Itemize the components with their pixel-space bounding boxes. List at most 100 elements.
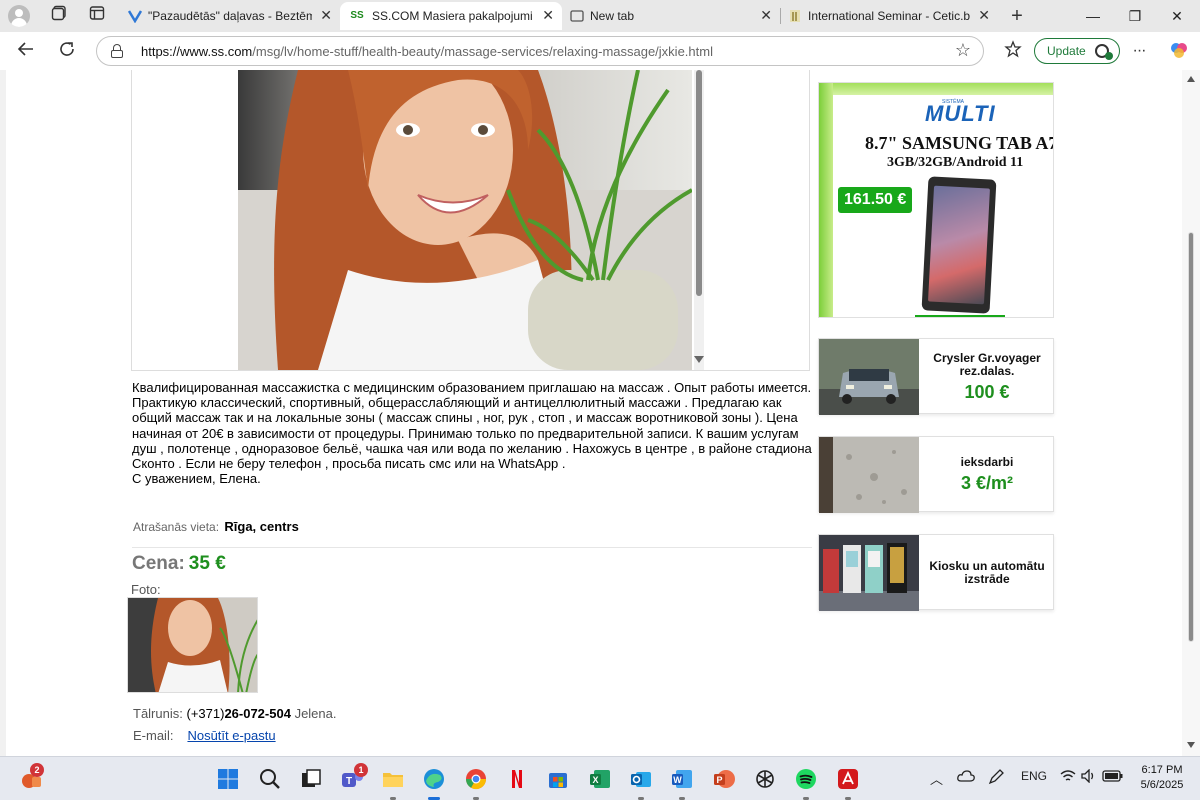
tab-new-tab[interactable]: New tab ✕ — [562, 2, 780, 30]
phone-label: Tālrunis: — [133, 706, 183, 721]
close-tab-icon[interactable]: ✕ — [760, 7, 772, 24]
update-dot-icon — [1105, 52, 1113, 60]
close-tab-icon[interactable]: ✕ — [978, 7, 990, 24]
profile-avatar-icon[interactable] — [8, 5, 30, 27]
spotify-icon[interactable] — [794, 767, 818, 791]
netflix-icon[interactable] — [505, 767, 529, 791]
file-explorer-icon[interactable] — [381, 767, 405, 791]
photo-thumbnail[interactable] — [127, 597, 258, 693]
copilot-icon[interactable] — [1168, 40, 1190, 62]
wifi-icon[interactable] — [1060, 769, 1076, 786]
task-view-icon[interactable] — [299, 767, 323, 791]
tab-title: SS.COM Masiera pakalpojumi - — [372, 9, 534, 23]
volume-icon[interactable] — [1081, 768, 1097, 786]
email-label: E-mail: — [133, 728, 174, 743]
ad-stripe — [819, 83, 1053, 95]
gallery-scroll-down-icon[interactable] — [694, 356, 704, 363]
page-viewport: Квалифицированная массажистка с медицинс… — [0, 70, 1200, 756]
battery-icon[interactable] — [1102, 769, 1124, 786]
maximize-button[interactable]: ❐ — [1120, 4, 1150, 28]
back-arrow-icon[interactable] — [15, 40, 37, 62]
location-row: Atrašanās vieta: Rīga, centrs — [133, 519, 299, 534]
close-window-button[interactable]: ✕ — [1162, 4, 1192, 28]
email-row: E-mail: Nosūtīt e-pastu — [133, 728, 276, 743]
excel-icon[interactable]: X — [588, 767, 612, 791]
phone-name: Jelena. — [294, 706, 337, 721]
tab-cetic[interactable]: International Seminar - Cetic.br 2 ✕ — [780, 2, 998, 30]
clock-time: 6:17 PM — [1141, 764, 1183, 776]
location-value: Rīga, centrs — [224, 519, 299, 534]
kiosk-ad-title: Kiosku un automātu izstrāde — [929, 559, 1045, 586]
teams-badge: 1 — [354, 763, 368, 777]
scroll-down-icon[interactable] — [1187, 742, 1195, 748]
widgets-badge: 2 — [30, 763, 44, 777]
lock-icon[interactable] — [111, 44, 123, 58]
page-scrollbar-thumb[interactable] — [1188, 232, 1194, 642]
pen-icon[interactable] — [988, 769, 1004, 788]
onedrive-icon[interactable] — [957, 769, 975, 786]
url-text[interactable]: https://www.ss.com/msg/lv/home-stuff/hea… — [141, 44, 713, 59]
word-icon[interactable]: W — [670, 767, 694, 791]
close-tab-icon[interactable]: ✕ — [320, 7, 332, 24]
cetic-icon — [788, 9, 802, 23]
tray-overflow-icon[interactable]: ︿ — [930, 769, 943, 788]
scroll-up-icon[interactable] — [1187, 76, 1195, 82]
favorite-star-icon[interactable]: ☆ — [955, 40, 971, 61]
more-menu-icon[interactable]: ··· — [1128, 40, 1150, 62]
new-tab-button[interactable]: + — [1006, 5, 1028, 27]
tab-ss-com[interactable]: SS SS.COM Masiera pakalpojumi - ✕ — [340, 2, 562, 30]
tablet-image — [921, 176, 997, 314]
update-button[interactable]: Update — [1034, 38, 1120, 64]
close-tab-icon[interactable]: ✕ — [542, 7, 554, 24]
ad-subline: 3GB/32GB/Android 11 — [887, 155, 1024, 170]
ad-stripe — [819, 83, 833, 317]
chatgpt-icon[interactable] — [753, 767, 777, 791]
search-icon[interactable] — [258, 767, 282, 791]
plaster-ad-title: ieksdarbi — [960, 455, 1014, 469]
ss-icon: SS — [350, 10, 364, 21]
car-image — [819, 339, 919, 415]
gallery-scrollbar[interactable] — [694, 70, 704, 370]
location-label: Atrašanās vieta: — [133, 520, 220, 534]
phone-number[interactable]: 26-072-504 — [224, 706, 291, 721]
address-bar[interactable]: https://www.ss.com/msg/lv/home-stuff/hea… — [96, 36, 984, 66]
main-photo[interactable] — [238, 70, 692, 370]
newtab-icon — [570, 9, 584, 23]
browser-toolbar: https://www.ss.com/msg/lv/home-stuff/hea… — [0, 32, 1200, 70]
tab-title: International Seminar - Cetic.br 2 — [808, 9, 970, 23]
tv-icon — [127, 9, 143, 24]
tab-beztema[interactable]: "Pazaudētās" daļavas - Beztēma ✕ — [120, 2, 340, 30]
svg-text:T: T — [346, 776, 352, 787]
update-label: Update — [1047, 44, 1086, 58]
page-scrollbar[interactable] — [1182, 70, 1200, 756]
chrome-icon[interactable] — [464, 767, 488, 791]
store-icon[interactable] — [546, 767, 570, 791]
language-indicator[interactable]: ENG — [1021, 769, 1047, 783]
start-icon[interactable] — [216, 767, 240, 791]
kiosk-ad[interactable]: Kiosku un automātu izstrāde — [818, 534, 1054, 611]
svg-text:X: X — [592, 775, 598, 785]
ad-headline: 8.7" SAMSUNG TAB A7 — [865, 133, 1054, 153]
minimize-button[interactable]: — — [1078, 4, 1108, 28]
svg-text:P: P — [716, 775, 722, 785]
car-ad[interactable]: Crysler Gr.voyager rez.dalas. 100 € — [818, 338, 1054, 415]
ad-price: 161.50 € — [838, 187, 913, 213]
outlook-icon[interactable] — [629, 767, 653, 791]
favorites-icon[interactable] — [1002, 40, 1024, 62]
acrobat-icon[interactable] — [836, 767, 860, 791]
plaster-ad[interactable]: ieksdarbi 3 €/m² — [818, 436, 1054, 513]
gallery-scrollbar-thumb[interactable] — [696, 70, 702, 296]
send-email-link[interactable]: Nosūtīt e-pastu — [187, 728, 275, 743]
edge-icon[interactable] — [422, 767, 446, 791]
tablet-ad-banner[interactable]: MULTI SISTĒMA 8.7" SAMSUNG TAB A7 3GB/32… — [818, 82, 1054, 318]
workspaces-icon[interactable] — [48, 5, 70, 27]
taskbar-clock[interactable]: 6:17 PM 5/6/2025 — [1136, 763, 1188, 793]
refresh-icon[interactable] — [56, 40, 78, 62]
photo-gallery — [131, 70, 810, 371]
tab-actions-icon[interactable] — [86, 5, 108, 27]
windows-taskbar: 2 T 1 X W P ︿ ENG 6:17 PM 5/6/2025 — [0, 756, 1200, 800]
price-label: Cena: — [132, 553, 185, 574]
powerpoint-icon[interactable]: P — [712, 767, 736, 791]
listing-description: Квалифицированная массажистка с медицинс… — [132, 380, 812, 487]
tab-title: "Pazaudētās" daļavas - Beztēma — [148, 9, 312, 23]
